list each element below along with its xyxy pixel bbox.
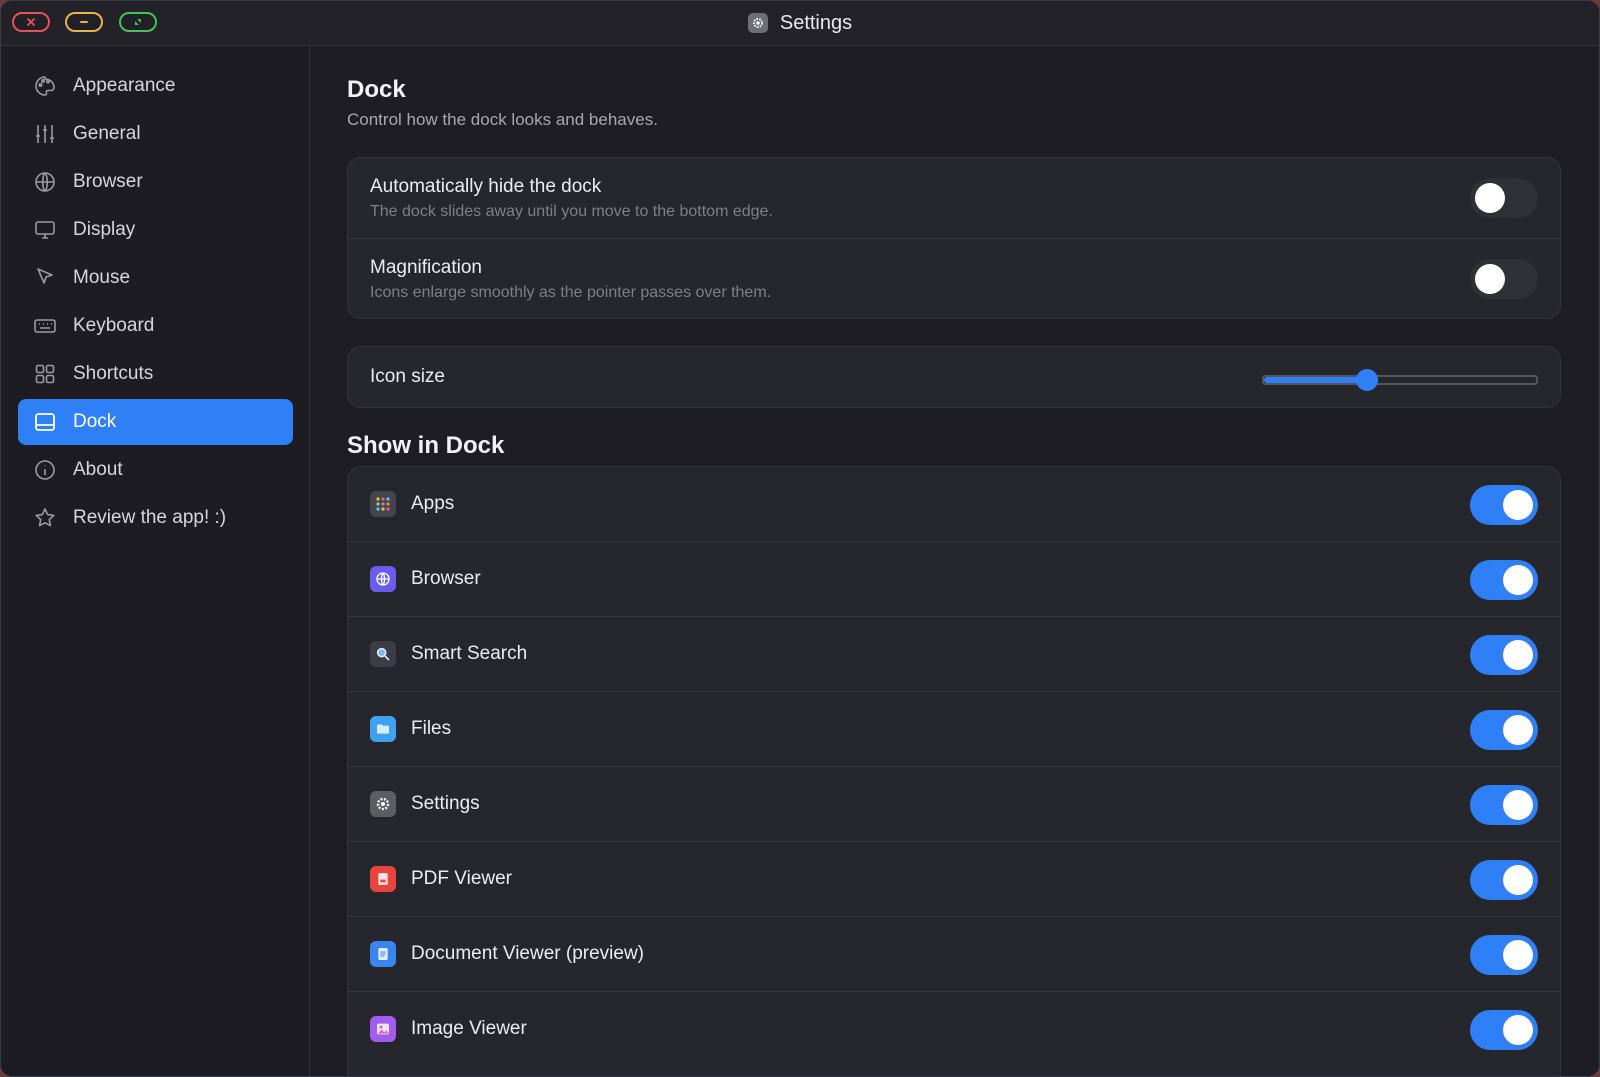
monitor-icon [33, 218, 57, 242]
image-viewer-toggle[interactable] [1470, 1010, 1538, 1050]
sliders-icon [33, 122, 57, 146]
sidebar-item-dock[interactable]: Dock [18, 399, 293, 445]
browser-toggle[interactable] [1470, 560, 1538, 600]
toggle-knob [1475, 264, 1505, 294]
magnification-row: Magnification Icons enlarge smoothly as … [348, 239, 1560, 318]
sidebar-item-label: General [73, 123, 141, 144]
pointer-icon [33, 266, 57, 290]
toggle-knob [1503, 865, 1533, 895]
auto-hide-row: Automatically hide the dock The dock sli… [348, 158, 1560, 239]
dock-item-row: Apps [348, 467, 1560, 542]
sidebar-item-label: About [73, 459, 123, 480]
toggle-knob [1503, 940, 1533, 970]
dock-item-label: Document Viewer (preview) [411, 943, 645, 964]
toggle-knob [1503, 790, 1533, 820]
slider-fill [1264, 377, 1368, 383]
sidebar-item-general[interactable]: General [18, 111, 293, 157]
document-icon [370, 941, 396, 967]
toggle-knob [1503, 715, 1533, 745]
dock-item-label: Browser [411, 568, 481, 589]
sidebar-item-label: Shortcuts [73, 363, 154, 384]
apps-grid-icon [370, 491, 396, 517]
window-title: Settings [1, 1, 1599, 45]
info-icon [33, 458, 57, 482]
dock-item-label: Apps [411, 493, 455, 514]
dock-item-label: PDF Viewer [411, 868, 513, 889]
show-in-dock-heading: Show in Dock [347, 432, 505, 459]
toggle-knob [1503, 640, 1533, 670]
dock-item-label: Files [411, 718, 452, 739]
main-content: Dock Control how the dock looks and beha… [310, 46, 1599, 1076]
icon-size-label: Icon size [370, 366, 445, 387]
dock-item-row: Smart Search [348, 617, 1560, 692]
icon-size-card: Icon size [347, 346, 1561, 408]
sidebar-item-label: Mouse [73, 267, 131, 288]
dock-item-label: Settings [411, 793, 480, 814]
keyboard-icon [33, 314, 57, 338]
dock-icon [33, 410, 57, 434]
magnification-description: Icons enlarge smoothly as the pointer pa… [370, 284, 772, 301]
pdf-viewer-toggle[interactable] [1470, 860, 1538, 900]
sidebar-item-label: Browser [73, 171, 143, 192]
dock-item-row: Document Viewer (preview) [348, 917, 1560, 992]
toggle-knob [1503, 1015, 1533, 1045]
dock-item-row: PDF Viewer [348, 842, 1560, 917]
auto-hide-label: Automatically hide the dock [370, 176, 602, 197]
smart-search-toggle[interactable] [1470, 635, 1538, 675]
gear-icon [747, 13, 768, 33]
globe-icon [33, 170, 57, 194]
image-icon [370, 1016, 396, 1042]
dock-item-label: Image Viewer [411, 1018, 527, 1039]
sidebar-item-keyboard[interactable]: Keyboard [18, 303, 293, 349]
sidebar-item-about[interactable]: About [18, 447, 293, 493]
title-bar: Settings [1, 1, 1599, 46]
window-title-text: Settings [779, 11, 853, 34]
sidebar-item-review[interactable]: Review the app! :) [18, 495, 293, 541]
dock-behavior-card: Automatically hide the dock The dock sli… [347, 157, 1561, 319]
sidebar-item-label: Appearance [73, 75, 176, 96]
gear-icon [370, 791, 396, 817]
magnifier-icon [370, 641, 396, 667]
document-viewer-toggle[interactable] [1470, 935, 1538, 975]
sidebar-item-label: Dock [73, 411, 117, 432]
sidebar-item-shortcuts[interactable]: Shortcuts [18, 351, 293, 397]
dock-item-row: Image Viewer [348, 992, 1560, 1067]
slider-thumb[interactable] [1356, 369, 1379, 391]
browser-globe-icon [370, 566, 396, 592]
magnification-toggle[interactable] [1470, 259, 1538, 299]
toggle-knob [1503, 565, 1533, 595]
palette-icon [33, 74, 57, 98]
sidebar-item-appearance[interactable]: Appearance [18, 63, 293, 109]
auto-hide-toggle[interactable] [1470, 178, 1538, 218]
pdf-icon [370, 866, 396, 892]
folder-icon [370, 716, 396, 742]
dock-item-label: Smart Search [411, 643, 528, 664]
apps-toggle[interactable] [1470, 485, 1538, 525]
grid-icon [33, 362, 57, 386]
files-toggle[interactable] [1470, 710, 1538, 750]
page-title: Dock [347, 76, 406, 103]
settings-toggle[interactable] [1470, 785, 1538, 825]
sidebar-item-label: Display [73, 219, 136, 240]
page-subtitle: Control how the dock looks and behaves. [347, 110, 658, 129]
show-in-dock-card: Apps Browser Smart Search Files Settings… [347, 466, 1561, 1076]
dock-item-row: Settings [348, 767, 1560, 842]
sidebar-item-display[interactable]: Display [18, 207, 293, 253]
sidebar-item-browser[interactable]: Browser [18, 159, 293, 205]
magnification-label: Magnification [370, 257, 482, 278]
settings-window: Settings Appearance General Browser Disp… [0, 0, 1600, 1077]
star-icon [33, 506, 57, 530]
sidebar-item-label: Keyboard [73, 315, 155, 336]
toggle-knob [1475, 183, 1505, 213]
dock-item-row: Files [348, 692, 1560, 767]
sidebar-item-label: Review the app! :) [73, 507, 227, 528]
sidebar: Appearance General Browser Display Mouse [1, 46, 310, 1076]
toggle-knob [1503, 490, 1533, 520]
auto-hide-description: The dock slides away until you move to t… [370, 203, 773, 220]
icon-size-slider[interactable] [1262, 369, 1538, 391]
sidebar-item-mouse[interactable]: Mouse [18, 255, 293, 301]
dock-item-row: Browser [348, 542, 1560, 617]
